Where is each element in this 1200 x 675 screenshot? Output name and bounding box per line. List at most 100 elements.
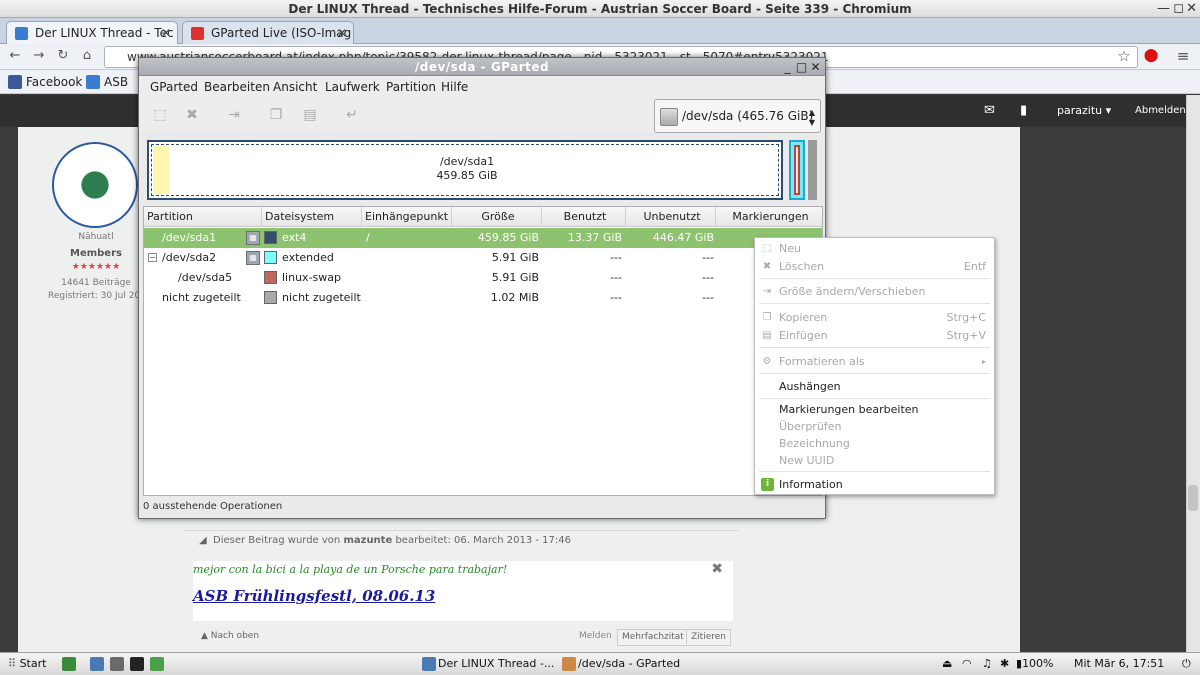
clock[interactable]: Mit Mär 6, 17:51 [1074, 653, 1164, 675]
power-icon[interactable]: ⏻ [1182, 653, 1191, 675]
table-row[interactable]: /dev/sda1 ▦ ext4 / 459.85 GiB 13.37 GiB … [144, 228, 822, 248]
new-partition-icon[interactable]: ⬚ [151, 106, 169, 124]
home-icon[interactable]: ⌂ [78, 47, 96, 65]
menu-hilfe[interactable]: Hilfe [441, 79, 468, 95]
menu-laufwerk[interactable]: Laufwerk [325, 79, 380, 95]
menu-item-delete[interactable]: ✖ Löschen Entf [755, 258, 994, 275]
back-icon[interactable]: ← [6, 47, 24, 65]
report-link[interactable]: Melden [579, 631, 612, 641]
logout-link[interactable]: Abmelden [1135, 105, 1186, 116]
edit-note-user[interactable]: mazunte [343, 535, 392, 546]
delete-partition-icon[interactable]: ✖ [183, 106, 201, 124]
diskmap-partition-sda2[interactable] [789, 140, 805, 200]
messages-icon[interactable]: ✉ [984, 103, 995, 118]
collapse-icon[interactable]: − [148, 253, 157, 262]
forward-icon[interactable]: → [30, 47, 48, 65]
col-filesystem[interactable]: Dateisystem [262, 207, 362, 227]
menu-item-label: Größe ändern/Verschieben [779, 285, 926, 298]
eject-icon[interactable]: ⏏ [942, 653, 952, 675]
menu-gparted[interactable]: GParted [150, 79, 198, 95]
diskmap-unallocated[interactable] [808, 140, 817, 200]
scrollbar-thumb[interactable] [1188, 485, 1198, 511]
maximize-icon[interactable]: ◻ [1173, 0, 1184, 18]
minimize-icon[interactable]: _ [781, 58, 794, 76]
menu-partition[interactable]: Partition [386, 79, 436, 95]
back-to-top-link[interactable]: ▲ Nach oben [201, 631, 259, 641]
table-row[interactable]: /dev/sda5 linux-swap 5.91 GiB --- --- [144, 268, 822, 288]
bookmark-asb[interactable]: ASB [86, 74, 128, 90]
menu-item-label[interactable]: Bezeichnung [755, 435, 994, 452]
info-icon: ◢ [199, 535, 207, 546]
browser-launcher-icon[interactable] [90, 657, 104, 671]
minimize-icon[interactable]: — [1157, 0, 1170, 18]
close-signature-icon[interactable]: ✖ [711, 561, 723, 577]
avatar[interactable] [52, 142, 138, 228]
cell-partition: nicht zugeteilt [162, 291, 241, 304]
user-menu[interactable]: parazitu ▾ [1057, 104, 1111, 117]
volume-icon[interactable]: ♫ [982, 653, 992, 675]
menu-item-copy[interactable]: ❐ Kopieren Strg+C [755, 309, 994, 326]
menu-item-paste[interactable]: ▤ Einfügen Strg+V [755, 327, 994, 344]
page-scrollbar[interactable] [1186, 95, 1200, 655]
terminal-icon[interactable] [130, 657, 144, 671]
resize-icon: ⇥ [762, 286, 772, 297]
tab-gparted-live[interactable]: GParted Live (ISO-Imag ✕ [182, 21, 354, 44]
col-unused[interactable]: Unbenutzt [626, 207, 716, 227]
task-linux-thread[interactable]: Der LINUX Thread -... [422, 653, 554, 675]
table-row[interactable]: − /dev/sda2 ▦ extended 5.91 GiB --- --- [144, 248, 822, 268]
task-gparted[interactable]: /dev/sda - GParted [562, 653, 680, 675]
opera-extension-icon[interactable]: ⬤ [1142, 47, 1160, 65]
folder-icon[interactable] [150, 657, 164, 671]
quote-button[interactable]: Zitieren [686, 629, 731, 646]
bluetooth-icon[interactable]: ✱ [1000, 653, 1009, 675]
menu-item-unmount[interactable]: Aushängen [755, 378, 994, 395]
tab-close-icon[interactable]: ✕ [161, 22, 171, 44]
paste-icon[interactable]: ▤ [301, 106, 319, 124]
submenu-arrow-icon: ▸ [981, 357, 986, 366]
wifi-icon[interactable]: ◠ [962, 653, 972, 675]
device-select[interactable]: /dev/sda (465.76 GiB) ▲ ▼ [654, 99, 821, 133]
menu-item-resize[interactable]: ⇥ Größe ändern/Verschieben [755, 283, 994, 300]
battery-indicator[interactable]: ▮100% [1016, 653, 1054, 675]
reload-icon[interactable]: ↻ [54, 47, 72, 65]
show-desktop-icon[interactable] [62, 657, 76, 671]
start-button[interactable]: ⠿ Start [8, 653, 46, 675]
col-partition[interactable]: Partition [144, 207, 262, 227]
bookmark-star-icon[interactable]: ☆ [1115, 47, 1133, 65]
notifications-icon[interactable]: ▮ [1020, 103, 1027, 118]
close-window-icon[interactable]: ✕ [1186, 0, 1197, 18]
menu-item-manage-flags[interactable]: Markierungen bearbeiten [755, 401, 994, 418]
signature-link[interactable]: ASB Frühlingsfestl, 08.06.13 [193, 587, 435, 605]
tab-close-icon[interactable]: ✕ [337, 22, 347, 44]
diskmap-partition-sda5[interactable] [794, 145, 800, 195]
menu-item-new-uuid[interactable]: New UUID [755, 452, 994, 469]
menu-separator [759, 373, 990, 374]
edit-note-prefix: Dieser Beitrag wurde von [213, 535, 341, 546]
tab-linux-thread[interactable]: Der LINUX Thread - Tec ✕ [6, 21, 178, 44]
col-mountpoint[interactable]: Einhängepunkt [362, 207, 452, 227]
member-group: Members [70, 248, 122, 259]
menu-ansicht[interactable]: Ansicht [273, 79, 317, 95]
apply-icon[interactable]: ↵ [343, 106, 361, 124]
menu-separator [759, 278, 990, 279]
gparted-icon [562, 657, 576, 671]
file-manager-icon[interactable] [110, 657, 124, 671]
menu-bearbeiten[interactable]: Bearbeiten [204, 79, 270, 95]
bookmark-facebook[interactable]: Facebook [8, 74, 82, 90]
menu-item-format[interactable]: ⚙ Formatieren als ▸ [755, 353, 994, 370]
menu-item-check[interactable]: Überprüfen [755, 418, 994, 435]
multiquote-button[interactable]: Mehrfachzitat [617, 629, 689, 646]
diskmap-partition-sda1[interactable]: /dev/sda1 459.85 GiB [147, 140, 783, 200]
maximize-icon[interactable]: □ [795, 58, 808, 76]
col-size[interactable]: Größe [452, 207, 542, 227]
menu-item-information[interactable]: i Information [755, 476, 994, 493]
menu-icon[interactable]: ≡ [1174, 47, 1192, 65]
close-window-icon[interactable]: ✕ [809, 58, 822, 76]
col-used[interactable]: Benutzt [542, 207, 626, 227]
resize-move-icon[interactable]: ⇥ [225, 106, 243, 124]
menu-item-new[interactable]: ⬚ Neu [755, 240, 994, 257]
table-row[interactable]: nicht zugeteilt nicht zugeteilt 1.02 MiB… [144, 288, 822, 308]
col-flags[interactable]: Markierungen [716, 207, 822, 227]
copy-icon[interactable]: ❐ [267, 106, 285, 124]
gparted-titlebar[interactable]: /dev/sda - GParted _ □ ✕ [139, 58, 825, 76]
